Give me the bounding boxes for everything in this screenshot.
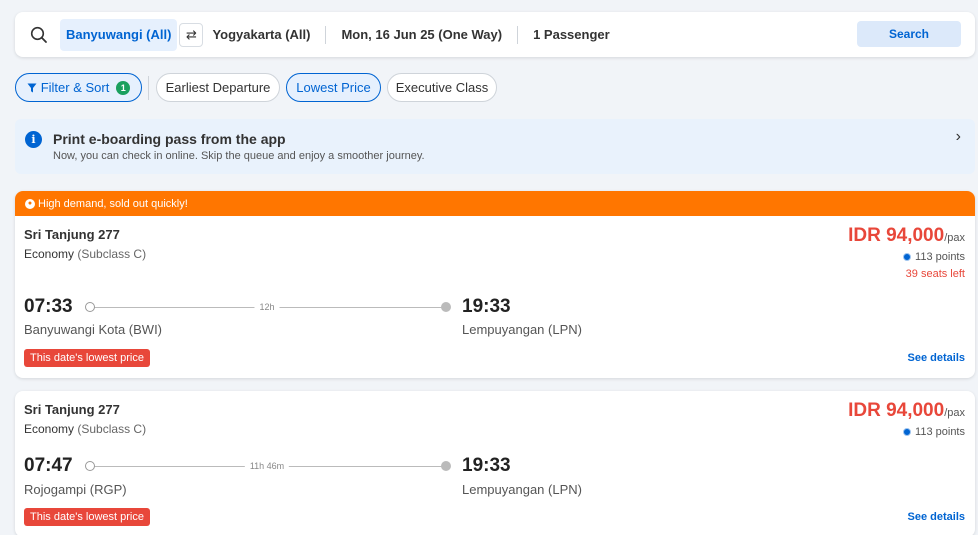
info-icon: i <box>25 131 42 148</box>
passenger-field[interactable]: 1 Passenger <box>533 27 610 42</box>
points-label: 113 points <box>915 251 965 263</box>
departure-time: 07:47 <box>24 455 73 476</box>
departure-dot <box>85 461 95 471</box>
banner-title: Print e-boarding pass from the app <box>53 131 286 147</box>
search-icon[interactable] <box>19 12 59 57</box>
arrival-station: Lempuyangan (LPN) <box>462 322 582 337</box>
points-label: 113 points <box>915 426 965 438</box>
duration-label: 12h <box>254 302 280 312</box>
card-body: Sri Tanjung 277 Economy (Subclass C) IDR… <box>15 216 975 378</box>
points-icon <box>903 253 912 261</box>
search-button[interactable]: Search <box>857 21 961 47</box>
seats-left: 39 seats left <box>905 268 965 280</box>
filter-sort-button[interactable]: Filter & Sort 1 <box>15 73 142 102</box>
search-bar: Banyuwangi (All) ⇄ Yogyakarta (All) Mon,… <box>15 12 975 57</box>
lowest-price-badge: This date's lowest price <box>24 508 150 526</box>
departure-time: 07:33 <box>24 296 73 317</box>
points: 113 points <box>903 426 965 438</box>
class-label: Economy <box>24 247 75 261</box>
chip-earliest-departure[interactable]: Earliest Departure <box>156 73 280 102</box>
see-details-link[interactable]: See details <box>908 352 965 364</box>
divider <box>517 25 519 44</box>
points-icon <box>903 428 912 436</box>
swap-icon[interactable]: ⇄ <box>179 22 204 47</box>
subclass-label: (Subclass C) <box>77 422 147 436</box>
lowest-price-badge: This date's lowest price <box>24 349 150 367</box>
high-demand-banner: ● High demand, sold out quickly! <box>15 191 975 216</box>
date-field[interactable]: Mon, 16 Jun 25 (One Way) <box>341 27 502 42</box>
train-result-card[interactable]: Sri Tanjung 277 Economy (Subclass C) IDR… <box>15 391 975 535</box>
funnel-icon <box>27 83 37 92</box>
price-amount: IDR 94,000 <box>848 225 945 246</box>
origin-field[interactable]: Banyuwangi (All) <box>60 18 178 51</box>
arrival-station: Lempuyangan (LPN) <box>462 482 582 497</box>
divider <box>325 25 327 44</box>
duration-label: 11h 46m <box>244 461 290 471</box>
train-name: Sri Tanjung 277 <box>24 227 120 242</box>
train-class: Economy (Subclass C) <box>24 247 146 261</box>
train-result-card[interactable]: ● High demand, sold out quickly! Sri Tan… <box>15 191 975 378</box>
card-body: Sri Tanjung 277 Economy (Subclass C) IDR… <box>15 391 975 535</box>
price: IDR 94,000/pax <box>848 400 965 422</box>
points: 113 points <box>903 251 965 263</box>
filter-count-badge: 1 <box>116 80 131 95</box>
high-demand-label: High demand, sold out quickly! <box>38 197 188 210</box>
train-class: Economy (Subclass C) <box>24 422 146 436</box>
departure-dot <box>85 302 95 312</box>
price-unit: /pax <box>944 407 965 419</box>
departure-station: Rojogampi (RGP) <box>24 482 127 497</box>
chip-executive-class[interactable]: Executive Class <box>387 73 497 102</box>
arrival-dot <box>441 302 451 312</box>
price-amount: IDR 94,000 <box>848 400 945 421</box>
price-unit: /pax <box>944 232 965 244</box>
arrival-time: 19:33 <box>462 296 511 317</box>
price: IDR 94,000/pax <box>848 225 965 247</box>
chip-lowest-price[interactable]: Lowest Price <box>286 73 381 102</box>
filter-sort-label: Filter & Sort <box>40 80 110 95</box>
flame-icon: ● <box>25 198 35 209</box>
train-name: Sri Tanjung 277 <box>24 402 120 417</box>
eboarding-banner[interactable]: i Print e-boarding pass from the app Now… <box>15 119 975 174</box>
chip-divider <box>148 76 149 100</box>
see-details-link[interactable]: See details <box>908 511 965 523</box>
subclass-label: (Subclass C) <box>77 247 147 261</box>
departure-station: Banyuwangi Kota (BWI) <box>24 322 163 337</box>
destination-field[interactable]: Yogyakarta (All) <box>212 27 310 42</box>
arrival-time: 19:33 <box>462 455 511 476</box>
class-label: Economy <box>24 422 75 436</box>
arrival-dot <box>441 461 451 471</box>
chevron-right-icon[interactable]: › <box>956 128 961 146</box>
banner-subtitle: Now, you can check in online. Skip the q… <box>53 150 425 162</box>
